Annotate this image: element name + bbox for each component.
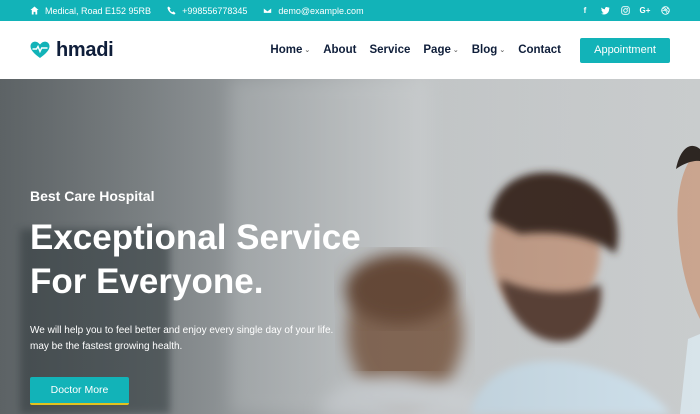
nav-label: About xyxy=(323,44,357,56)
chevron-down-icon: ⌄ xyxy=(304,47,311,54)
home-icon xyxy=(30,6,39,15)
nav-item-blog[interactable]: Blog ⌄ xyxy=(472,44,505,56)
twitter-icon[interactable] xyxy=(600,6,610,16)
phone-info[interactable]: +998556778345 xyxy=(167,6,247,16)
phone-text: +998556778345 xyxy=(182,5,248,16)
address-info: Medical, Road E152 95RB xyxy=(30,6,151,16)
chevron-down-icon: ⌄ xyxy=(452,47,459,54)
nav-item-home[interactable]: Home ⌄ xyxy=(270,44,310,56)
nav-item-about[interactable]: About xyxy=(323,44,356,56)
hero-section: Best Care Hospital Exceptional Service F… xyxy=(0,79,700,414)
hero-title: Exceptional Service For Everyone. xyxy=(30,216,410,304)
instagram-icon[interactable] xyxy=(620,6,630,16)
nav-item-contact[interactable]: Contact xyxy=(518,44,561,56)
top-bar: Medical, Road E152 95RB +998556778345 de… xyxy=(0,0,700,21)
hero-description: We will help you to feel better and enjo… xyxy=(30,323,360,355)
mail-icon xyxy=(263,7,273,14)
address-text: Medical, Road E152 95RB xyxy=(45,5,152,16)
dribbble-icon[interactable] xyxy=(660,6,670,16)
hero-title-line-2: For Everyone. xyxy=(30,262,264,301)
appointment-button[interactable]: Appointment xyxy=(580,37,670,63)
hero-subtitle: Best Care Hospital xyxy=(30,188,155,204)
hero-text-line-2: may be the fastest growing health. xyxy=(30,341,183,352)
heart-pulse-icon xyxy=(30,41,50,58)
main-header: hmadi Home ⌄ About Service Page ⌄ Blog ⌄… xyxy=(0,21,700,79)
phone-icon xyxy=(167,6,176,15)
google-plus-icon[interactable]: G+ xyxy=(640,6,651,16)
hero-title-line-1: Exceptional Service xyxy=(30,218,361,257)
nav-label: Contact xyxy=(518,44,561,56)
email-text: demo@example.com xyxy=(278,5,364,16)
nav-label: Service xyxy=(369,44,411,56)
doctor-more-button[interactable]: Doctor More xyxy=(30,377,129,405)
nav-label: Page xyxy=(423,44,451,56)
nav-item-page[interactable]: Page ⌄ xyxy=(423,44,458,56)
logo[interactable]: hmadi xyxy=(30,38,114,62)
hero-text-line-1: We will help you to feel better and enjo… xyxy=(30,325,334,336)
nav-label: Blog xyxy=(471,44,498,56)
main-nav: Home ⌄ About Service Page ⌄ Blog ⌄ Conta… xyxy=(257,37,670,63)
chevron-down-icon: ⌄ xyxy=(499,47,506,54)
social-links: f G+ xyxy=(570,6,670,16)
nav-item-service[interactable]: Service xyxy=(369,44,410,56)
logo-text: hmadi xyxy=(56,38,114,61)
email-info[interactable]: demo@example.com xyxy=(263,5,364,16)
facebook-icon[interactable]: f xyxy=(580,6,590,16)
nav-label: Home xyxy=(270,44,303,56)
